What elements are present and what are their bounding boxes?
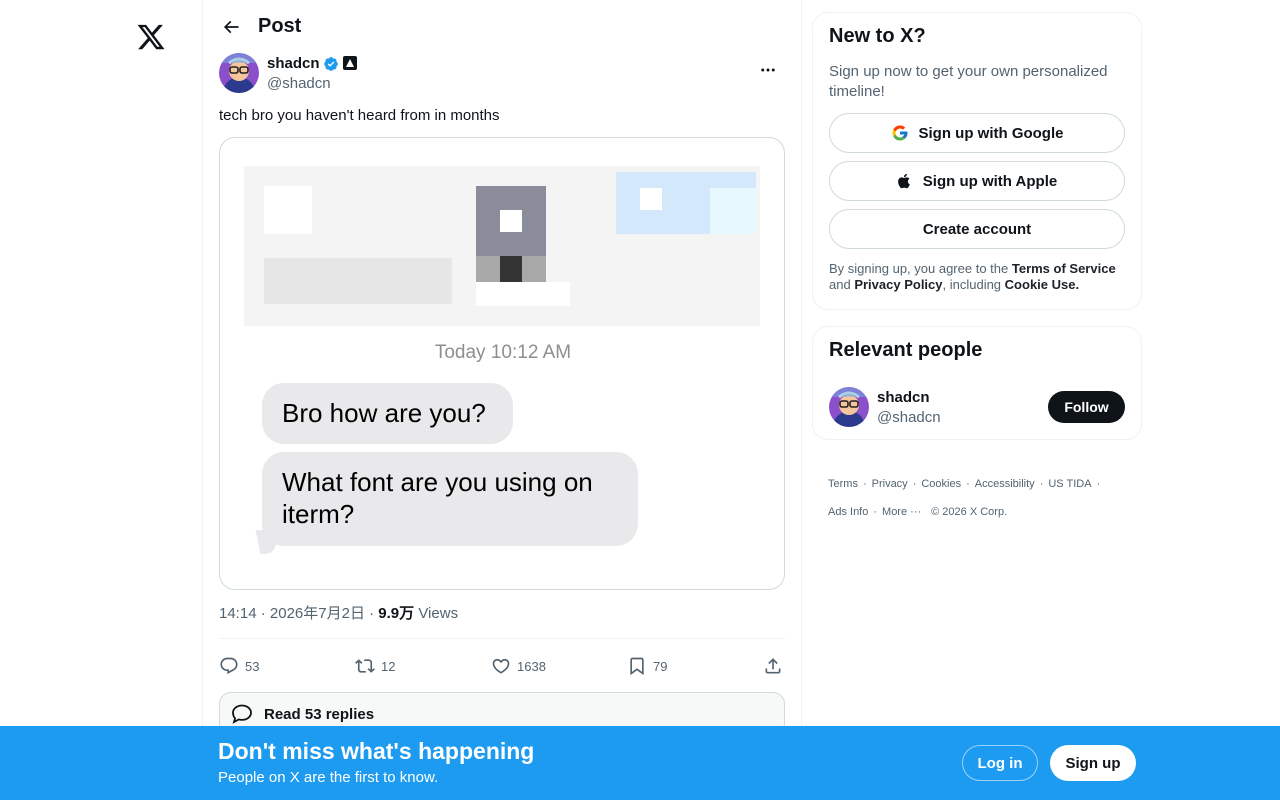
affiliate-badge-icon — [343, 56, 357, 70]
privacy-link[interactable]: Privacy Policy — [854, 277, 942, 292]
apple-signup-label: Sign up with Apple — [922, 172, 1058, 190]
separator: · — [260, 605, 266, 622]
new-to-x-card: New to X? Sign up now to get your own pe… — [812, 12, 1142, 310]
apple-icon — [897, 173, 910, 189]
header: Post — [203, 0, 801, 53]
post-date[interactable]: 2026年7月2日 — [270, 605, 365, 622]
reply-icon — [220, 657, 238, 675]
person-handle[interactable]: @shadcn — [877, 409, 941, 426]
post-text: tech bro you haven't heard from in month… — [219, 107, 500, 124]
message-bubble-2: What font are you using on iterm? — [262, 452, 638, 546]
post-time[interactable]: 14:14 — [219, 605, 257, 622]
signup-button[interactable]: Sign up — [1050, 745, 1136, 781]
footer-more[interactable]: More ··· — [882, 506, 921, 518]
timestamp-time: 10:12 AM — [490, 342, 572, 363]
relevant-people-card: Relevant people shadcn @shadcn Follow — [812, 326, 1142, 440]
legal-text: By signing up, you agree to the Terms of… — [829, 261, 1129, 293]
like-button[interactable]: 1638 — [491, 652, 546, 680]
create-account-button[interactable]: Create account — [829, 209, 1125, 249]
separator: · — [369, 605, 375, 622]
read-replies-label: Read 53 replies — [264, 705, 375, 723]
views-count: 9.9万 — [378, 605, 415, 622]
page-title: Post — [258, 15, 302, 37]
footer-copyright: © 2026 X Corp. — [931, 506, 1008, 518]
footer-terms[interactable]: Terms — [828, 478, 858, 490]
post-media[interactable]: Today 10:12 AM Bro how are you? What fon… — [219, 137, 785, 590]
google-icon — [892, 125, 907, 141]
more-options-button[interactable] — [751, 53, 785, 87]
repost-count: 12 — [381, 658, 396, 674]
footer-cookies[interactable]: Cookies — [921, 478, 961, 490]
terms-link[interactable]: Terms of Service — [1012, 261, 1116, 276]
author-name[interactable]: shadcn — [267, 55, 320, 72]
google-signup-label: Sign up with Google — [918, 124, 1064, 142]
legal-including: , including — [942, 277, 1002, 292]
follow-button[interactable]: Follow — [1048, 391, 1125, 423]
login-button[interactable]: Log in — [962, 745, 1038, 781]
person-name[interactable]: shadcn — [877, 389, 930, 406]
views-label: Views — [418, 605, 459, 622]
main-column: Post shadcn @shadcn tech bro you haven't… — [202, 0, 802, 800]
banner-title: Don't miss what's happening — [218, 738, 535, 764]
card-subtitle: Sign up now to get your own personalized… — [829, 63, 1108, 100]
apple-signup-button[interactable]: Sign up with Apple — [829, 161, 1125, 201]
back-button[interactable] — [217, 13, 245, 41]
avatar[interactable] — [219, 53, 259, 93]
repost-icon — [355, 659, 375, 673]
bookmark-count: 79 — [653, 658, 668, 674]
footer-us-tida[interactable]: US TIDA — [1048, 478, 1091, 490]
repost-button[interactable]: 12 — [355, 652, 395, 680]
cookie-link[interactable]: Cookie Use. — [1005, 277, 1079, 292]
action-bar: 53 12 1638 79 — [219, 652, 785, 680]
bookmark-icon — [630, 657, 644, 676]
avatar[interactable] — [829, 387, 869, 427]
arrow-left-icon — [223, 20, 239, 34]
share-icon — [765, 658, 781, 674]
divider — [219, 638, 785, 639]
signup-banner: Don't miss what's happening People on X … — [0, 726, 1280, 800]
legal-prefix: By signing up, you agree to the — [829, 261, 1009, 276]
avatar-image — [219, 53, 259, 93]
avatar-image — [829, 387, 869, 427]
x-logo-icon[interactable] — [136, 22, 166, 52]
left-nav — [0, 0, 202, 800]
verified-badge-icon — [324, 57, 338, 71]
reply-count: 53 — [245, 658, 260, 674]
banner-subtitle: People on X are the first to know. — [218, 769, 439, 786]
create-account-label: Create account — [922, 220, 1032, 238]
author-handle[interactable]: @shadcn — [267, 75, 331, 92]
post-author: shadcn @shadcn — [219, 53, 785, 97]
footer-accessibility[interactable]: Accessibility — [975, 478, 1035, 490]
reply-button[interactable]: 53 — [219, 652, 259, 680]
bookmark-button[interactable]: 79 — [627, 652, 667, 680]
footer-privacy[interactable]: Privacy — [872, 478, 908, 490]
timestamp-label: Today — [434, 342, 486, 363]
post-meta: 14:14 · 2026年7月2日 · 9.9万 Views — [219, 602, 458, 623]
like-count: 1638 — [517, 658, 546, 674]
share-button[interactable] — [763, 652, 783, 680]
footer-links: Terms · Privacy · Cookies · Accessibility · US T… — [828, 478, 1101, 518]
footer-ads-info[interactable]: Ads Info — [828, 506, 868, 518]
message-timestamp: Today 10:12 AM — [220, 342, 784, 364]
card-title: New to X? — [829, 25, 926, 47]
card-title: Relevant people — [829, 339, 983, 361]
chat-bubble-icon — [232, 704, 252, 724]
more-icon — [761, 68, 775, 72]
google-signup-button[interactable]: Sign up with Google — [829, 113, 1125, 153]
heart-icon — [492, 658, 510, 674]
legal-and: and — [829, 277, 851, 292]
message-bubble-1: Bro how are you? — [262, 383, 513, 444]
